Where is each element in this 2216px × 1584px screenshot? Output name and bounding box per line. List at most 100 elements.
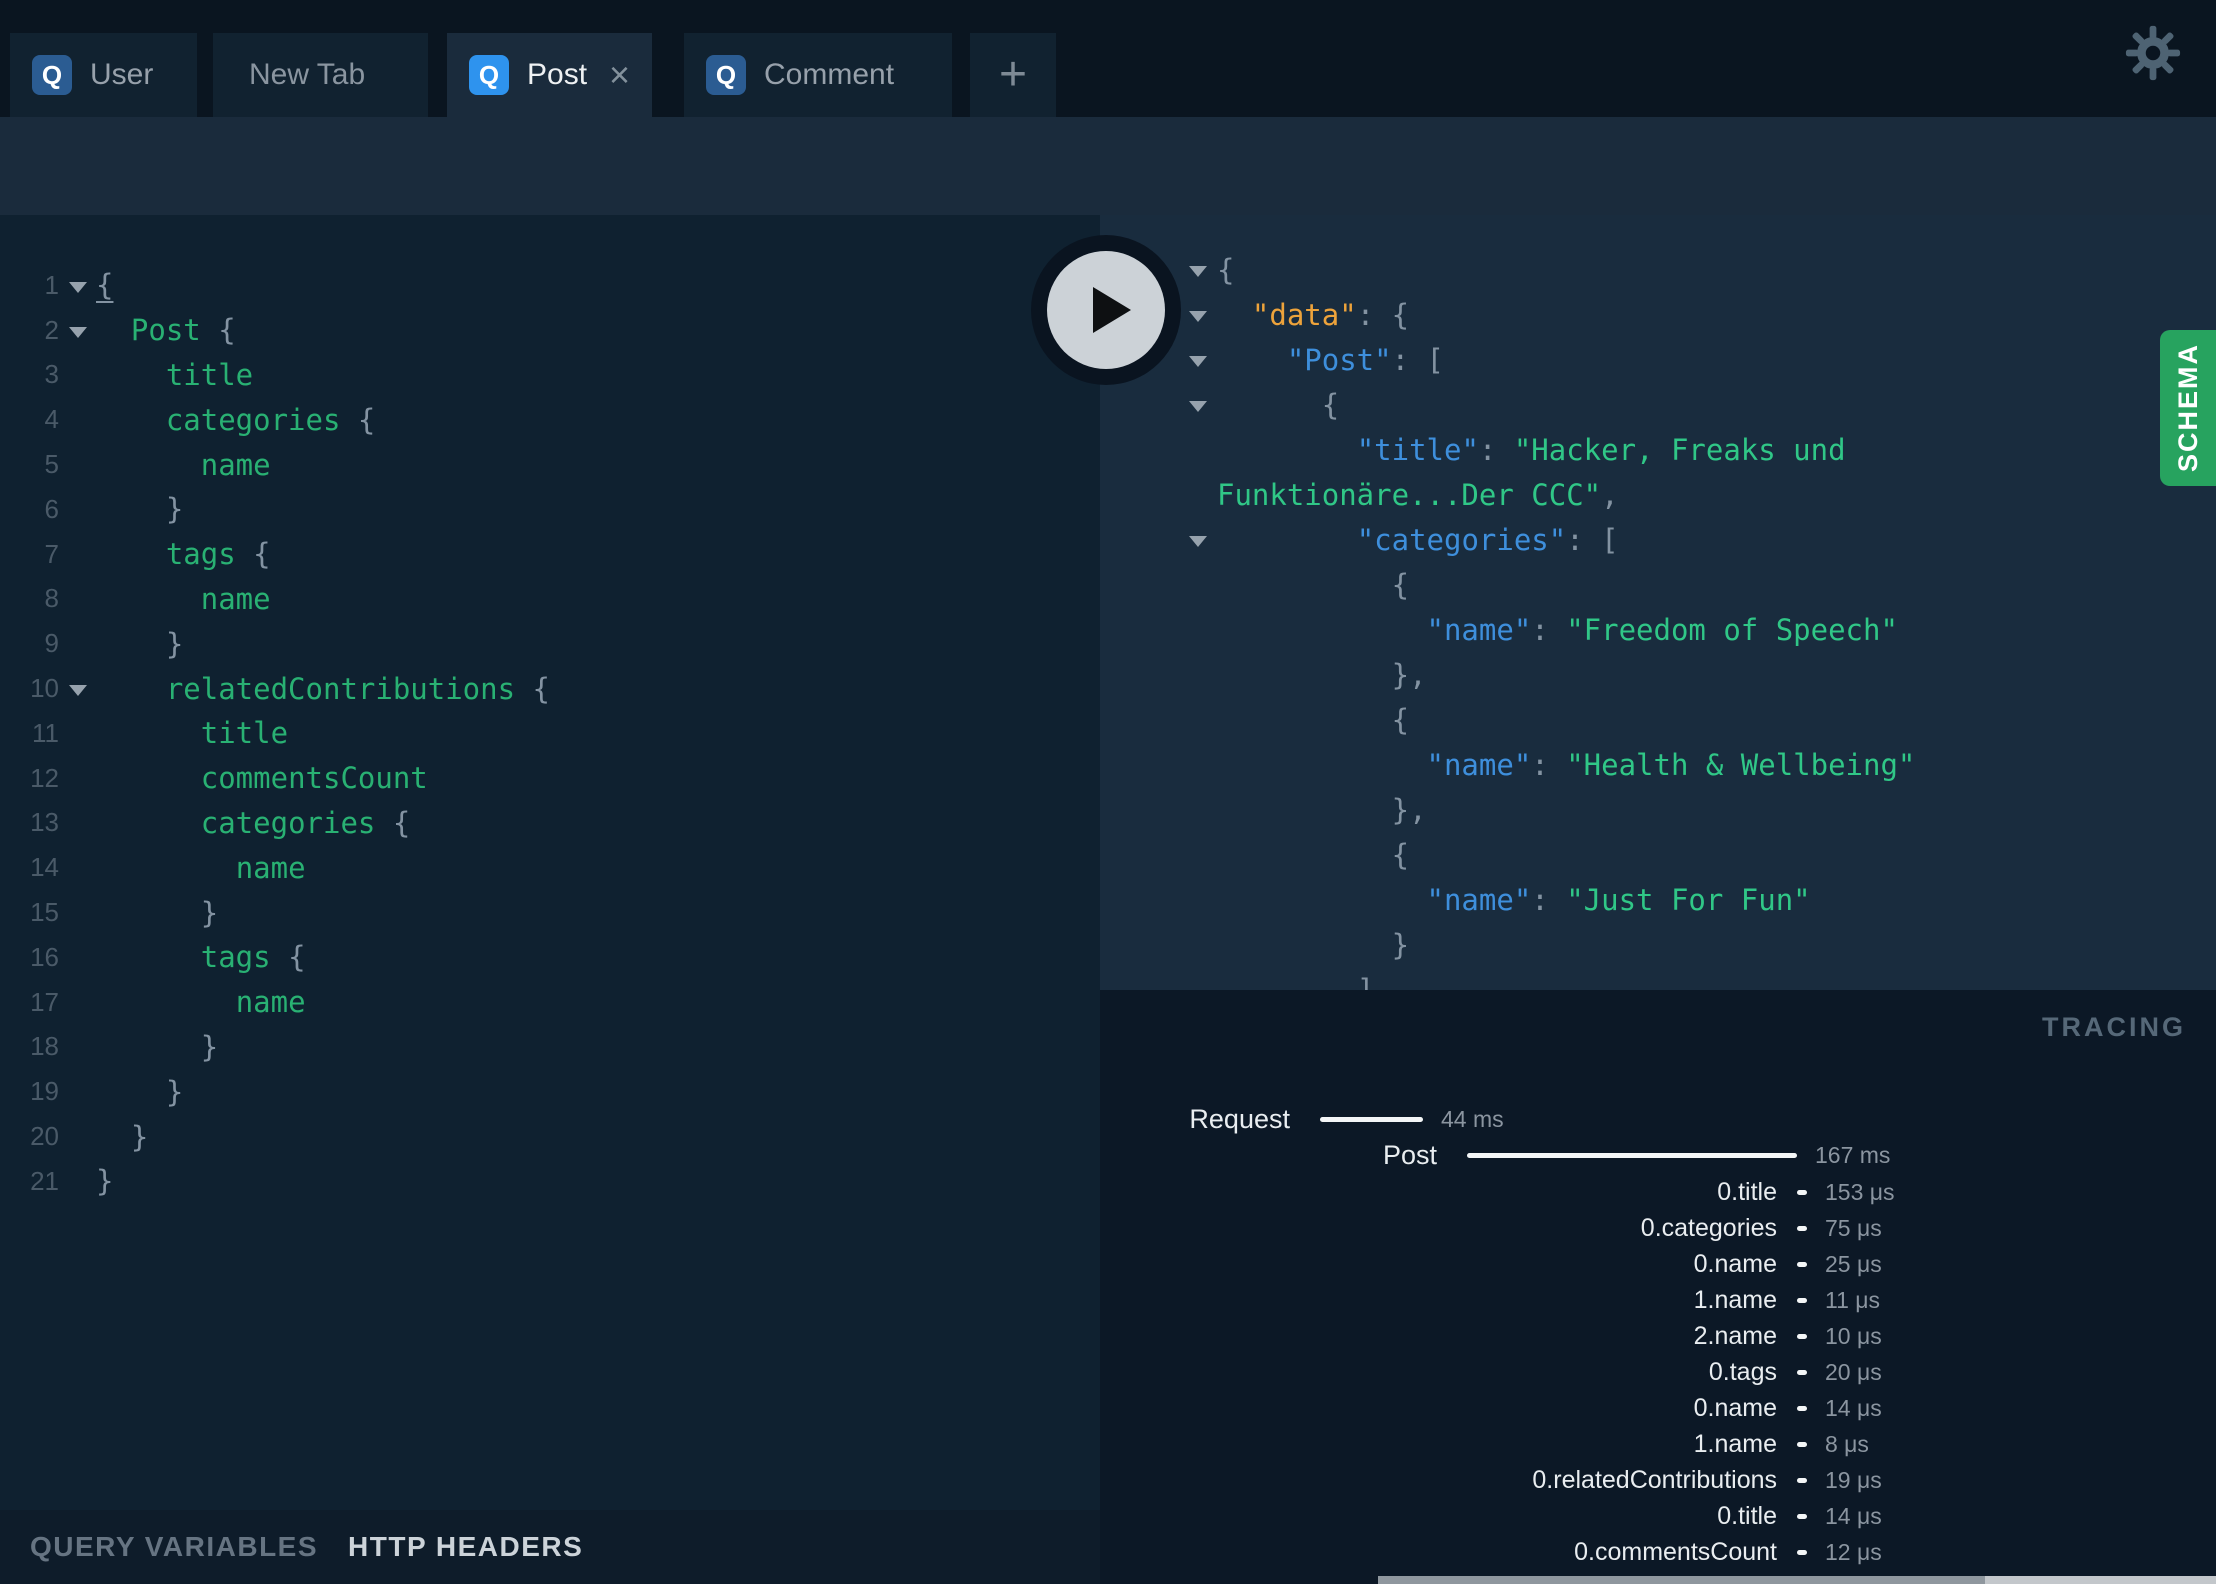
line-number: 10 (30, 673, 59, 704)
editor-line[interactable]: 5 name (0, 442, 1100, 487)
tracing-title: TRACING (2042, 1012, 2186, 1042)
collapse-arrow-icon[interactable] (1188, 401, 1207, 412)
editor-line[interactable]: 15 } (0, 890, 1100, 935)
settings-gear-icon[interactable] (2124, 24, 2182, 82)
response-line: ] (1100, 967, 2216, 991)
editor-line[interactable]: 12 commentsCount (0, 756, 1100, 801)
fold-column (59, 681, 96, 697)
fold-arrow-icon[interactable] (68, 685, 87, 697)
editor-line[interactable]: 11 title (0, 711, 1100, 756)
tracing-row-time: 10 μs (1825, 1323, 1882, 1349)
tracing-row-label: 0.relatedContributions (1532, 1466, 1777, 1494)
tracing-row: 0.title 153 μs (1100, 1177, 2216, 1207)
editor-line[interactable]: 1{ (0, 263, 1100, 308)
tracing-row-time: 14 μs (1825, 1395, 1882, 1421)
tracing-row-label: 0.name (1693, 1250, 1777, 1278)
code-text: "categories": [ (1356, 522, 1619, 557)
response-line: }, (1100, 787, 2216, 832)
editor-line[interactable]: 7 tags { (0, 532, 1100, 577)
collapse-arrow-icon[interactable] (1188, 356, 1207, 367)
fold-arrow-icon[interactable] (68, 326, 87, 338)
editor-line[interactable]: 4 categories { (0, 397, 1100, 442)
editor-line[interactable]: 13 categories { (0, 801, 1100, 846)
tracing-row-time: 44 ms (1441, 1106, 1504, 1132)
editor-line[interactable]: 17 name (0, 980, 1100, 1025)
collapse-arrow-icon[interactable] (1188, 266, 1207, 277)
http-headers-tab[interactable]: HTTP HEADERS (348, 1531, 583, 1563)
editor-line[interactable]: 14 name (0, 845, 1100, 890)
execute-query-button[interactable] (1031, 235, 1181, 385)
tracing-row-time: 153 μs (1825, 1179, 1895, 1205)
tracing-row: Post 167 ms (1100, 1140, 2216, 1170)
close-tab-icon[interactable]: × (609, 57, 630, 93)
code-text: "data": { (1251, 297, 1410, 332)
code-text: } (200, 895, 219, 930)
response-line: } (1100, 922, 2216, 967)
tab-bar: Q User New Tab Q Post × Q Comment + (0, 0, 2216, 117)
code-text: relatedContributions { (165, 671, 550, 706)
collapse-arrow-icon[interactable] (1188, 536, 1207, 547)
graphql-playground-window: Q User New Tab Q Post × Q Comment + http… (0, 0, 2216, 1584)
editor-bottom-bar: QUERY VARIABLES HTTP HEADERS (0, 1510, 1100, 1584)
schema-tab-button[interactable]: SCHEMA (2160, 330, 2216, 486)
code-text: tags { (165, 537, 271, 572)
fold-arrow-icon[interactable] (68, 281, 87, 293)
tab-new-tab[interactable]: New Tab (213, 33, 428, 117)
tab-user[interactable]: Q User (10, 33, 197, 117)
response-pane: { "data": { "Post": [ { "title": "Hacker… (1100, 215, 2216, 990)
editor-line[interactable]: 8 name (0, 577, 1100, 622)
response-line: }, (1100, 652, 2216, 697)
response-line: "categories": [ (1100, 517, 2216, 562)
tracing-row-label: 1.name (1693, 1430, 1777, 1458)
tracing-row-label: 0.name (1693, 1394, 1777, 1422)
code-text: "Post": [ (1286, 342, 1444, 377)
tab-comment[interactable]: Q Comment (684, 33, 952, 117)
code-text: title (200, 716, 289, 751)
line-number: 4 (44, 404, 59, 435)
tracing-dash (1797, 1478, 1807, 1483)
add-tab-button[interactable]: + (970, 33, 1056, 117)
query-editor-pane[interactable]: 1{2 Post {3 title 4 categories {5 name 6 }… (0, 215, 1100, 1510)
editor-line[interactable]: 9 } (0, 621, 1100, 666)
editor-line[interactable]: 21} (0, 1159, 1100, 1204)
tracing-dash (1797, 1442, 1807, 1447)
code-text: name (235, 850, 306, 885)
code-text: } (96, 1164, 114, 1199)
tracing-dash (1797, 1370, 1807, 1375)
code-text: } (130, 1119, 149, 1154)
code-text: }, (1391, 792, 1427, 827)
code-text: Post { (130, 313, 236, 348)
response-line: "Post": [ (1100, 337, 2216, 382)
tab-label: Post (527, 58, 588, 91)
response-line: { (1100, 247, 2216, 292)
line-number: 3 (44, 359, 59, 390)
collapse-column (1178, 352, 1217, 367)
scrollbar-thumb[interactable] (1378, 1576, 1985, 1584)
editor-line[interactable]: 6 } (0, 487, 1100, 532)
code-text: { (96, 268, 114, 303)
tracing-row-label: 0.title (1717, 1178, 1777, 1206)
editor-line[interactable]: 18 } (0, 1025, 1100, 1070)
editor-line[interactable]: 16 tags { (0, 935, 1100, 980)
query-badge: Q (32, 55, 72, 95)
horizontal-scrollbar[interactable] (1378, 1576, 2216, 1584)
editor-line[interactable]: 20 } (0, 1114, 1100, 1159)
tracing-dash (1797, 1262, 1807, 1267)
collapse-arrow-icon[interactable] (1188, 311, 1207, 322)
code-text: categories { (165, 402, 376, 437)
response-line: "name": "Just For Fun" (1100, 877, 2216, 922)
editor-line[interactable]: 2 Post { (0, 308, 1100, 353)
tracing-row: 0.categories 75 μs (1100, 1213, 2216, 1243)
code-text: } (200, 1029, 219, 1064)
query-variables-tab[interactable]: QUERY VARIABLES (30, 1531, 318, 1563)
tracing-duration-bar (1467, 1153, 1797, 1158)
editor-line[interactable]: 3 title (0, 353, 1100, 398)
tab-post[interactable]: Q Post × (447, 33, 652, 117)
response-lines: { "data": { "Post": [ { "title": "Hacker… (1100, 247, 2216, 990)
code-text: "name": "Just For Fun" (1426, 882, 1811, 917)
editor-line[interactable]: 19 } (0, 1069, 1100, 1114)
tracing-row: 0.title 14 μs (1100, 1501, 2216, 1531)
editor-line[interactable]: 10 relatedContributions { (0, 666, 1100, 711)
line-number: 11 (32, 717, 59, 748)
tracing-dash (1797, 1190, 1807, 1195)
